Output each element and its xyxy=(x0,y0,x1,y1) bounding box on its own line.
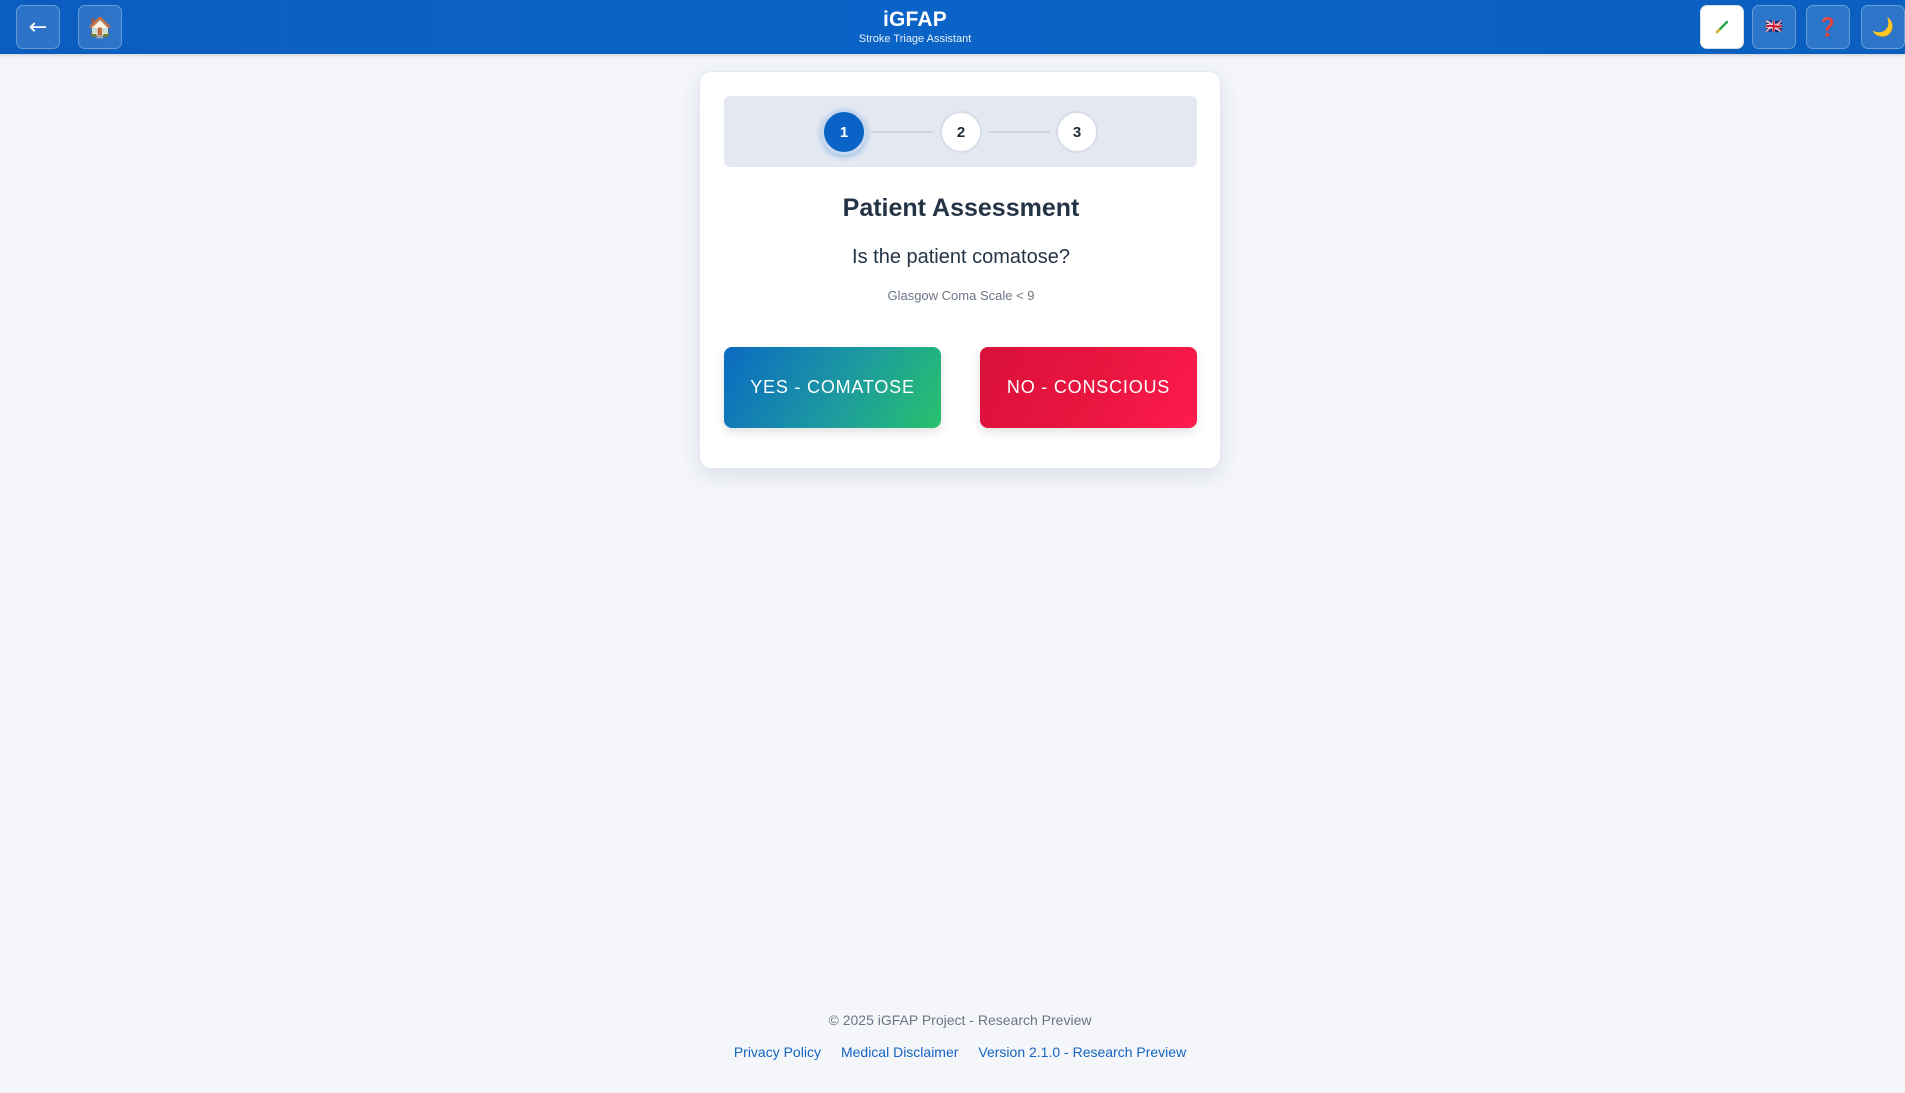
assessment-heading: Patient Assessment xyxy=(842,194,1080,222)
assessment-question: Is the patient comatose? xyxy=(852,246,1070,268)
dark-mode-button[interactable]: 🌙 xyxy=(1861,5,1905,49)
no-conscious-button[interactable]: NO - CONSCIOUS xyxy=(980,347,1197,428)
step-2: 2 xyxy=(940,111,982,153)
step-connector xyxy=(871,131,933,133)
progress-stepper: 1 2 3 xyxy=(724,96,1197,167)
theme-button[interactable] xyxy=(1700,5,1744,49)
medical-disclaimer-link[interactable]: Medical Disclaimer xyxy=(841,1044,958,1060)
assessment-card: 1 2 3 Patient Assessment Is the patient … xyxy=(699,71,1221,469)
language-button[interactable]: 🇬🇧 xyxy=(1752,5,1796,49)
footer-links: Privacy Policy Medical Disclaimer Versio… xyxy=(0,1044,1905,1060)
step-connector xyxy=(988,131,1050,133)
footer-copyright: © 2025 iGFAP Project - Research Preview xyxy=(828,1012,1092,1028)
app-title: iGFAP xyxy=(882,8,947,31)
app-subtitle: Stroke Triage Assistant xyxy=(858,33,972,45)
app-header: ← 🏠 iGFAP Stroke Triage Assistant 🇬🇧 ❓ 🌙 xyxy=(0,0,1905,54)
version-link[interactable]: Version 2.1.0 - Research Preview xyxy=(978,1044,1186,1060)
uk-flag-icon: 🇬🇧 xyxy=(1765,19,1783,35)
brand: iGFAP Stroke Triage Assistant xyxy=(0,8,1830,46)
step-1: 1 xyxy=(821,109,867,155)
help-icon: ❓ xyxy=(1816,16,1840,38)
privacy-policy-link[interactable]: Privacy Policy xyxy=(734,1044,821,1060)
pen-icon xyxy=(1715,20,1729,34)
step-3: 3 xyxy=(1056,111,1098,153)
assessment-hint: Glasgow Coma Scale < 9 xyxy=(887,288,1035,303)
yes-comatose-button[interactable]: YES - COMATOSE xyxy=(724,347,941,428)
moon-icon: 🌙 xyxy=(1871,16,1895,38)
help-button[interactable]: ❓ xyxy=(1806,5,1850,49)
